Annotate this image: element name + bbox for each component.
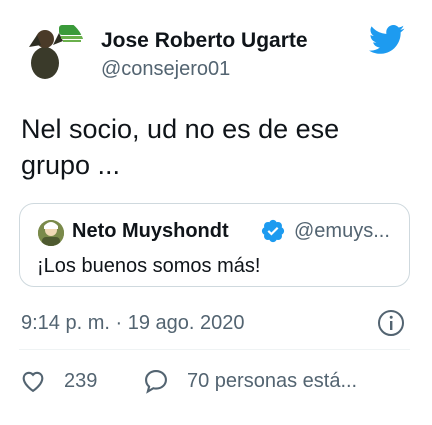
- twitter-bird-icon[interactable]: [369, 25, 405, 55]
- author-display-name[interactable]: Jose Roberto Ugarte: [101, 29, 308, 53]
- quoted-author-avatar[interactable]: [38, 220, 64, 246]
- verified-badge-icon: [260, 218, 286, 244]
- info-icon[interactable]: [376, 308, 406, 338]
- quoted-tweet[interactable]: Neto Muyshondt @emuys... ¡Los buenos som…: [19, 203, 410, 287]
- tweet-text: Nel socio, ud no es de ese grupo ...: [21, 114, 340, 180]
- reply-label[interactable]: 70 personas está...: [187, 370, 357, 393]
- reply-bubble-icon[interactable]: [142, 367, 170, 395]
- author-avatar[interactable]: [19, 17, 85, 83]
- quoted-author-handle[interactable]: @emuys...: [294, 220, 390, 243]
- like-count[interactable]: 239: [64, 370, 97, 393]
- quoted-tweet-text: ¡Los buenos somos más!: [37, 255, 261, 277]
- author-handle[interactable]: @consejero01: [101, 58, 230, 81]
- tweet-timestamp[interactable]: 9:14 p. m. · 19 ago. 2020: [21, 312, 245, 335]
- quoted-author-name[interactable]: Neto Muyshondt: [72, 220, 229, 243]
- heart-icon[interactable]: [19, 367, 47, 395]
- embedded-tweet-card: Jose Roberto Ugarte @consejero01 Nel soc…: [0, 0, 432, 425]
- divider: [19, 349, 410, 350]
